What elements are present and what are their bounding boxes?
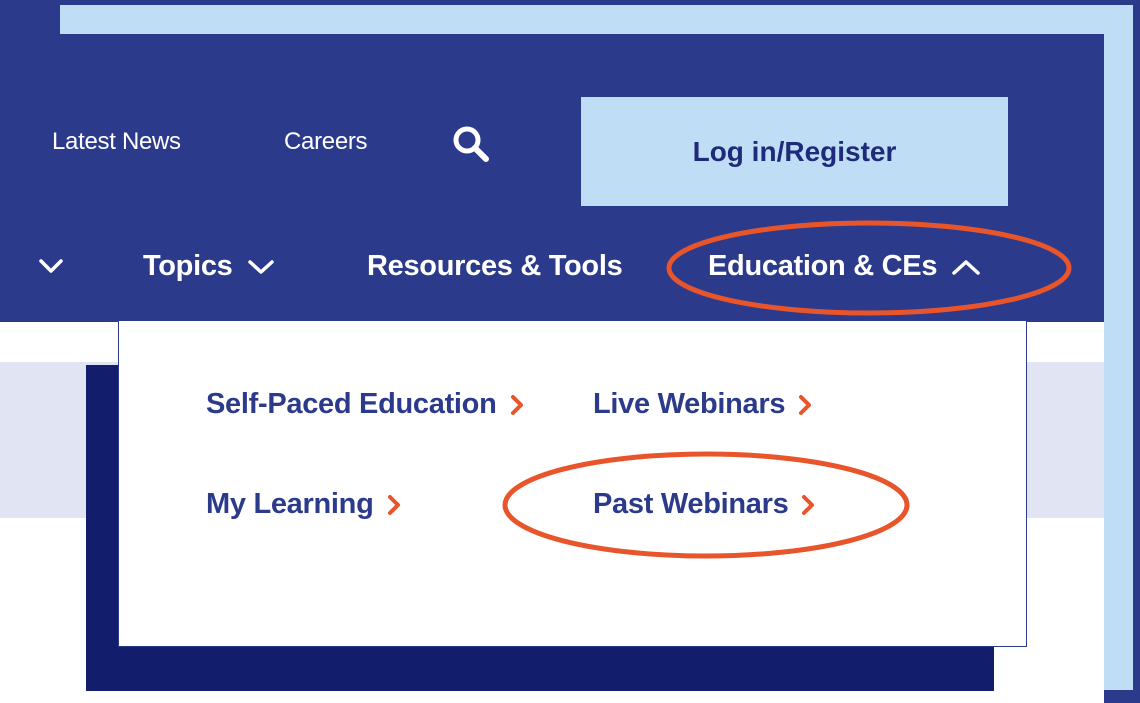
nav-item-topics[interactable]: Topics: [143, 250, 275, 283]
chevron-right-icon: [799, 394, 812, 415]
nav-item-resources-tools[interactable]: Resources & Tools: [367, 250, 623, 283]
careers-link[interactable]: Careers: [284, 128, 368, 156]
chevron-down-icon[interactable]: [38, 258, 64, 279]
dropdown-link-past-webinars[interactable]: Past Webinars: [593, 488, 816, 521]
dropdown-link-self-paced-education[interactable]: Self-Paced Education: [206, 388, 525, 421]
nav-item-education-ces[interactable]: Education & CEs: [708, 250, 981, 283]
dropdown-link-label: Live Webinars: [593, 388, 786, 420]
dropdown-link-label: Past Webinars: [593, 488, 789, 520]
login-register-button[interactable]: Log in/Register: [581, 97, 1008, 206]
chevron-right-icon: [510, 394, 523, 415]
latest-news-link[interactable]: Latest News: [52, 128, 181, 156]
search-icon[interactable]: [450, 123, 492, 165]
nav-item-label: Topics: [143, 250, 233, 282]
dropdown-link-my-learning[interactable]: My Learning: [206, 488, 402, 521]
chevron-right-icon: [802, 494, 815, 515]
chevron-down-icon: [247, 259, 274, 274]
chevron-right-icon: [387, 494, 400, 515]
chevron-up-icon: [952, 259, 980, 275]
education-dropdown-menu: [118, 321, 1027, 647]
nav-item-label: Resources & Tools: [367, 250, 623, 282]
dropdown-link-label: My Learning: [206, 488, 374, 520]
dropdown-link-live-webinars[interactable]: Live Webinars: [593, 388, 813, 421]
dropdown-link-label: Self-Paced Education: [206, 388, 497, 420]
nav-item-label: Education & CEs: [708, 250, 938, 282]
